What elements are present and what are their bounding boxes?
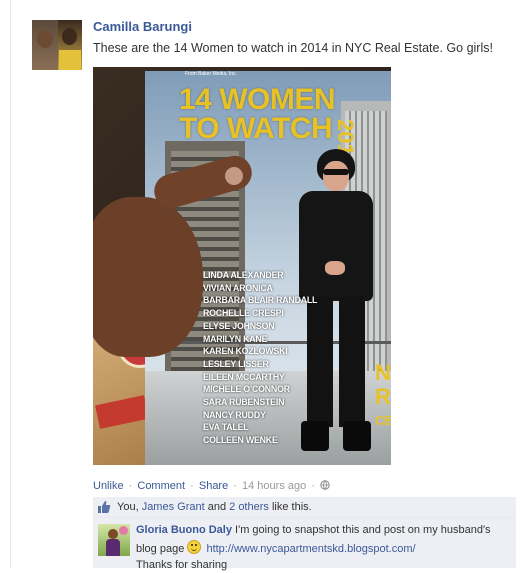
- comment-text-thanks: Thanks for sharing: [136, 559, 228, 571]
- holding-hand: [93, 151, 256, 372]
- audience-icon[interactable]: [320, 480, 330, 490]
- separator: ·: [311, 480, 315, 492]
- comment-url-link[interactable]: http://www.nycapartmentskd.blogspot.com/: [206, 543, 415, 555]
- magazine-header: From Baker Media, Inc.: [185, 71, 237, 77]
- comment-body: Gloria Buono Daly I'm going to snapshot …: [136, 522, 512, 573]
- smiley-icon: [187, 540, 202, 554]
- commenter-avatar[interactable]: [98, 524, 130, 556]
- magazine-side-letters: N R CE: [375, 361, 391, 433]
- honoree-name: NANCY RUDDY: [203, 409, 266, 420]
- like-thumb-icon: [97, 500, 111, 514]
- woman-sunglasses: [323, 169, 349, 175]
- commenter-avatar-body: [106, 539, 120, 556]
- post-timestamp[interactable]: 14 hours ago: [242, 480, 306, 492]
- feed-story: Camilla Barungi These are the 14 Women t…: [0, 0, 520, 571]
- separator: ·: [190, 480, 194, 492]
- commenter-avatar-flower: [119, 526, 128, 535]
- separator: ·: [233, 480, 237, 492]
- magazine-title: 14 WOMEN TO WATCH: [179, 83, 336, 145]
- commenter-avatar-head: [108, 529, 118, 539]
- side-letter: R: [375, 384, 391, 409]
- post-message: These are the 14 Women to watch in 2014 …: [93, 41, 493, 55]
- comment-link[interactable]: Comment: [137, 480, 185, 492]
- story-actions: Unlike · Comment · Share · 14 hours ago …: [93, 479, 330, 492]
- hand-palm: [93, 197, 203, 357]
- woman-face: [323, 161, 349, 191]
- woman-leg-right: [339, 297, 365, 427]
- likes-row: You, James Grant and 2 others like this.: [93, 497, 516, 518]
- side-letter: N: [375, 360, 391, 385]
- magazine-title-line2: TO WATCH: [179, 112, 333, 145]
- unlike-link[interactable]: Unlike: [93, 480, 124, 492]
- author-name-link[interactable]: Camilla Barungi: [93, 19, 192, 34]
- avatar-shirt: [59, 50, 81, 70]
- honoree-name: COLLEEN WENKE: [203, 435, 278, 446]
- magazine-title-line1: 14 WOMEN: [179, 83, 336, 116]
- honoree-name: EVA TALEL: [203, 422, 249, 433]
- other-likers-link[interactable]: 2 others: [229, 501, 269, 513]
- honoree-name: SARA RUBENSTEIN: [203, 397, 285, 408]
- avatar-face-right: [62, 28, 77, 45]
- honoree-name: EILEEN MCCARTHY: [203, 371, 285, 382]
- honoree-name: MICHELE O'CONNOR: [203, 384, 290, 395]
- commenter-name-link[interactable]: Gloria Buono Daly: [136, 524, 232, 536]
- likes-suffix: like this.: [271, 501, 312, 513]
- liker-name-link[interactable]: James Grant: [142, 501, 205, 513]
- author-avatar[interactable]: [32, 20, 82, 70]
- likes-middle: and: [207, 501, 227, 513]
- share-link[interactable]: Share: [199, 480, 228, 492]
- separator: ·: [128, 480, 133, 492]
- comment-item: Gloria Buono Daly I'm going to snapshot …: [93, 518, 516, 571]
- post-photo[interactable]: From Baker Media, Inc. 14 WOMEN TO WATCH…: [93, 67, 391, 465]
- likes-prefix: You,: [117, 501, 139, 513]
- likes-sentence: You, James Grant and 2 others like this.: [117, 501, 312, 513]
- woman-boot-right: [343, 421, 371, 451]
- side-letter: CE: [375, 413, 391, 428]
- woman-hands: [325, 261, 345, 275]
- avatar-face-left: [37, 30, 53, 48]
